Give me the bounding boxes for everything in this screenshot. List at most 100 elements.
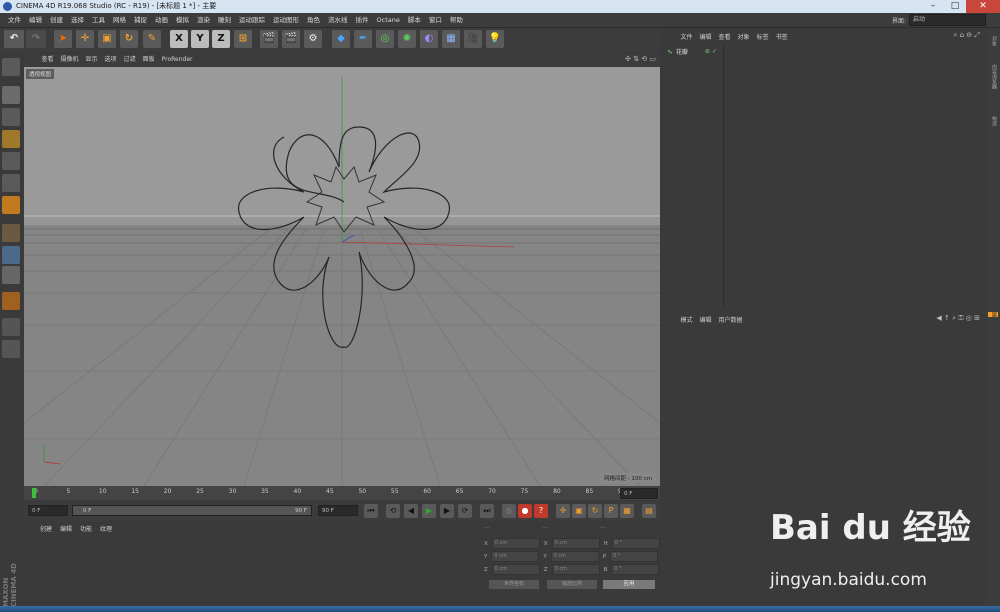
scale-mode-select[interactable]: 缩放比例 [547,580,597,589]
play-button[interactable]: ▶ [422,504,436,518]
cube-object-icon[interactable]: ◆ [332,30,350,48]
menu-item-18[interactable]: 窗口 [425,13,446,27]
points-mode-icon[interactable] [2,152,20,170]
menu-item-17[interactable]: 脚本 [404,13,425,27]
record-keys-icon[interactable]: ⦸ [502,504,516,518]
make-editable-icon[interactable] [2,58,20,76]
layout-select[interactable]: 启动 [909,14,986,26]
object-tab-5[interactable]: 书签 [772,32,791,43]
scale-tool-icon[interactable]: ▣ [98,30,116,48]
coord-value-field[interactable]: 0 ° [611,538,660,549]
menu-item-3[interactable]: 选择 [67,13,88,27]
next-key-button[interactable]: ⟳ [458,504,472,518]
perspective-viewport[interactable]: 透视视图 网格间距 : 100 cm [24,67,660,486]
sculpt-icon[interactable] [2,292,20,310]
menu-item-12[interactable]: 运动图形 [269,13,303,27]
subdivision-icon[interactable]: ◎ [376,30,394,48]
coord-value-field[interactable]: 0 cm [551,564,600,575]
material-tab-0[interactable]: 创建 [36,524,56,536]
viewport-menu-item-4[interactable]: 过滤 [120,54,139,66]
timeline-ruler[interactable]: 051015202530354045505560657075808590 0 F [24,486,660,500]
attr-tab-1[interactable]: 编辑 [696,315,715,326]
visibility-check-icon[interactable]: ⊘ ✓ [705,48,717,55]
viewport-menu-item-1[interactable]: 摄像机 [57,54,82,66]
polygons-mode-icon[interactable] [2,196,20,214]
object-tab-4[interactable]: 标签 [753,32,772,43]
menu-item-16[interactable]: Octane [373,13,404,27]
render-picture-viewer-icon[interactable]: 🎬 [282,30,300,48]
snap-icon[interactable] [2,266,20,284]
next-frame-button[interactable]: ▶ [440,504,454,518]
menu-item-10[interactable]: 雕刻 [214,13,235,27]
key-pla-icon[interactable]: ▦ [620,504,634,518]
menu-item-7[interactable]: 动画 [151,13,172,27]
key-position-icon[interactable]: ✛ [556,504,570,518]
menu-item-0[interactable]: 文件 [4,13,25,27]
attr-tab-0[interactable]: 模式 [677,315,696,326]
viewport-menu-item-0[interactable]: 查看 [38,54,57,66]
close-button[interactable]: ✕ [966,0,1000,13]
light-icon[interactable]: 💡 [486,30,504,48]
object-row[interactable]: ∿ 花瓣 ⊘ ✓ [667,47,717,57]
move-tool-icon[interactable]: ✛ [76,30,94,48]
menu-item-5[interactable]: 网格 [109,13,130,27]
menu-item-19[interactable]: 帮助 [446,13,467,27]
prev-frame-button[interactable]: ◀ [404,504,418,518]
object-manager-search-icons[interactable]: ⌕ ⌂ ⊖ ⤢ [953,31,980,40]
undo-button[interactable]: ↶ [4,30,24,48]
playhead[interactable] [32,488,36,498]
coordinate-system-icon[interactable]: ⊞ [234,30,252,48]
pen-spline-icon[interactable]: ✒ [354,30,372,48]
material-tab-2[interactable]: 功能 [76,524,96,536]
apply-button[interactable]: 应用 [603,580,655,589]
menu-item-15[interactable]: 插件 [352,13,373,27]
viewport-menu-item-3[interactable]: 选项 [101,54,120,66]
viewport-menu-item-6[interactable]: ProRender [158,54,196,66]
key-parameter-icon[interactable]: P [604,504,618,518]
coord-mode-select[interactable]: 世界坐标 [489,580,539,589]
auto-key-icon[interactable]: ● [518,504,532,518]
tab-layers[interactable]: 层 [988,312,998,317]
coord-value-field[interactable]: 0 cm [491,551,540,562]
viewport-label[interactable]: 透视视图 [26,69,55,79]
rotate-tool-icon[interactable]: ↻ [120,30,138,48]
start-frame-field[interactable]: 0 F [28,505,68,516]
viewport-menu-item-5[interactable]: 面板 [139,54,158,66]
planar-workplane-icon[interactable] [2,340,20,358]
material-tab-3[interactable]: 纹理 [96,524,116,536]
tab-objects[interactable]: 对象 [988,36,998,46]
object-tab-1[interactable]: 编辑 [696,32,715,43]
menu-item-9[interactable]: 渲染 [193,13,214,27]
cloner-icon[interactable]: ✺ [398,30,416,48]
menu-item-4[interactable]: 工具 [88,13,109,27]
z-axis-button[interactable]: Z [212,30,230,48]
menu-item-1[interactable]: 编辑 [25,13,46,27]
coord-value-field[interactable]: 0 cm [491,538,540,549]
floor-icon[interactable]: ▦ [442,30,460,48]
y-axis-button[interactable]: Y [191,30,209,48]
object-tab-3[interactable]: 对象 [734,32,753,43]
coord-value-field[interactable]: 0 cm [551,538,600,549]
tab-structure[interactable]: 构造 [988,116,998,126]
attributes-nav-icons[interactable]: ◀ ↑ ⌕ ⚿ ◎ ⊞ [936,314,980,323]
camera-icon[interactable]: 🎥 [464,30,482,48]
redo-button[interactable]: ↷ [26,30,46,48]
coord-value-field[interactable]: 0 ° [610,551,659,562]
prev-key-button[interactable]: ⟲ [386,504,400,518]
key-scale-icon[interactable]: ▣ [572,504,586,518]
object-tab-2[interactable]: 查看 [715,32,734,43]
frame-range-slider[interactable]: 0 F 90 F [72,505,312,516]
texture-mode-icon[interactable] [2,108,20,126]
timeline-icon[interactable]: ▤ [642,504,656,518]
deformer-icon[interactable]: ◐ [420,30,438,48]
edges-mode-icon[interactable] [2,174,20,192]
timeline-end-field[interactable]: 0 F [620,488,658,499]
maximize-button[interactable]: □ [944,0,966,13]
model-mode-icon[interactable] [2,86,20,104]
coord-value-field[interactable]: 0 ° [611,564,660,575]
go-to-start-button[interactable]: ⏮ [364,504,378,518]
menu-item-6[interactable]: 捕捉 [130,13,151,27]
minimize-button[interactable]: – [922,0,944,13]
coord-value-field[interactable]: 0 cm [550,551,599,562]
object-tab-0[interactable]: 文件 [677,32,696,43]
